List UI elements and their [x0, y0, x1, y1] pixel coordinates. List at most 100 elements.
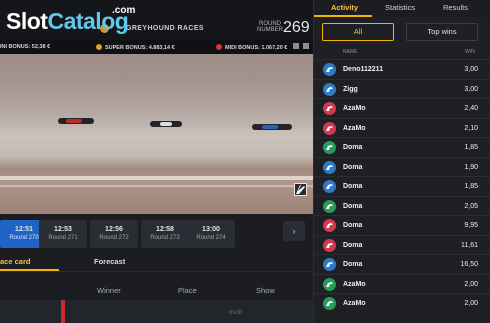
midi-bonus: MIDI BONUS: 1.067,20 € — [216, 44, 287, 51]
column-win: WIN — [465, 49, 475, 55]
super-bonus: SUPER BONUS: 4.883,14 € — [96, 44, 175, 51]
win-amount: 3,00 — [464, 66, 478, 73]
panel-tabs: Activity Statistics Results — [314, 0, 490, 17]
player-name: AzaMo — [343, 300, 366, 307]
win-amount: 2,05 — [464, 202, 478, 210]
greyhound-avatar-icon — [323, 297, 336, 310]
win-amount: 2,10 — [464, 124, 478, 132]
win-amount: 9,95 — [464, 222, 478, 229]
greyhound-avatar-icon — [323, 102, 336, 115]
player-name: Deno112211 — [343, 66, 384, 73]
round-label: Round 271 — [48, 235, 78, 241]
active-tab-underline — [314, 15, 372, 17]
tab-race-card[interactable]: ace card — [0, 257, 30, 266]
slotcatalog-watermark-com: .com — [112, 5, 136, 16]
greyhound-avatar-icon — [323, 258, 336, 271]
round-tab-274[interactable]: 13:00 Round 274 — [187, 220, 235, 248]
round-label: Round 272 — [99, 235, 129, 241]
greyhound-avatar-icon — [323, 277, 336, 291]
column-name: NAME — [343, 49, 358, 55]
greyhound-avatar-icon — [323, 82, 336, 96]
greyhound-avatar-icon — [323, 180, 336, 193]
game-area: GREYHOUND RACES ROUND NUMBER 269 SlotCata… — [0, 0, 313, 323]
column-place: Place — [178, 286, 197, 295]
win-amount: 2,40 — [464, 105, 478, 112]
win-amount: 1,85 — [464, 144, 478, 151]
round-time: 13:00 — [202, 226, 220, 233]
greyhound-3-coat — [262, 125, 278, 129]
next-rounds-chevron-icon[interactable]: › — [283, 221, 305, 241]
filter-all-button[interactable]: All — [322, 23, 394, 41]
activity-row: Doma 9,95 — [314, 215, 490, 235]
round-number-label: ROUND NUMBER — [257, 21, 284, 33]
greyhound-avatar-icon — [323, 238, 336, 252]
settings-icon[interactable] — [303, 43, 309, 49]
greyhound-avatar-icon — [323, 219, 336, 232]
midi-bonus-icon — [216, 44, 222, 50]
activity-row: Doma 16,50 — [314, 254, 490, 274]
round-time: 12:53 — [54, 226, 72, 233]
activity-row: Zigg 3,00 — [314, 78, 490, 99]
round-tab-272[interactable]: 12:56 Round 272 — [90, 220, 138, 248]
greyhound-avatar-icon — [323, 141, 336, 154]
tab-statistics[interactable]: Statistics — [385, 3, 415, 12]
player-name: Doma — [343, 144, 363, 151]
activity-panel: Activity Statistics Results All Top wins… — [313, 0, 490, 323]
win-amount: 3,00 — [464, 85, 478, 93]
player-name: Doma — [343, 163, 363, 171]
player-name: AzaMo — [343, 124, 366, 132]
race-video — [0, 54, 313, 214]
win-amount: 1,90 — [464, 163, 478, 171]
slotcatalog-watermark: SlotCatalog — [6, 8, 129, 34]
greyhound-2-coat — [160, 122, 172, 126]
tab-forecast[interactable]: Forecast — [94, 257, 125, 266]
activity-row: Doma 1,90 — [314, 156, 490, 177]
tabs-divider — [0, 271, 313, 272]
activity-row: AzaMo 2,10 — [314, 117, 490, 138]
win-amount: 1,85 — [464, 183, 478, 190]
activity-list: Deno112211 3,00 Zigg 3,00 AzaMo 2,40 AzaMo 2,10… — [314, 59, 490, 313]
player-name: AzaMo — [343, 105, 366, 112]
activity-row: Doma 1,85 — [314, 137, 490, 157]
win-amount: 2,00 — [464, 300, 478, 307]
fullscreen-icon[interactable] — [293, 43, 299, 49]
nsoft-logo: nsoft — [229, 310, 243, 316]
tab-activity[interactable]: Activity — [331, 3, 358, 12]
greyhound-avatar-icon — [323, 160, 336, 174]
runner-color-marker — [61, 300, 65, 323]
track-rail-lower — [0, 185, 313, 187]
bonus-controls — [289, 43, 309, 51]
win-amount: 16,50 — [460, 261, 478, 268]
game-title: GREYHOUND RACES — [126, 25, 204, 32]
player-name: Doma — [343, 222, 363, 229]
round-time: 12:58 — [156, 226, 174, 233]
activity-row: Doma 2,05 — [314, 195, 490, 216]
activity-row: Doma 11,61 — [314, 234, 490, 255]
tab-results[interactable]: Results — [443, 3, 468, 12]
player-name: Doma — [343, 202, 363, 210]
round-label: Round 273 — [150, 235, 180, 241]
activity-row: AzaMo 2,40 — [314, 98, 490, 118]
greyhound-avatar-icon — [323, 121, 336, 135]
round-time: 12:56 — [105, 226, 123, 233]
track-rail — [0, 176, 313, 180]
player-name: Doma — [343, 183, 363, 190]
super-bonus-icon — [96, 44, 102, 50]
player-name: Doma — [343, 261, 363, 268]
greyhound-avatar-icon — [323, 199, 336, 213]
race-card-row[interactable] — [0, 300, 313, 323]
mini-bonus: INI BONUS: 52,38 € — [0, 44, 51, 50]
activity-row: AzaMo 2,00 — [314, 273, 490, 294]
column-show: Show — [256, 286, 275, 295]
filter-top-wins-button[interactable]: Top wins — [406, 23, 478, 41]
round-tab-273[interactable]: 12:58 Round 273 — [141, 220, 189, 248]
player-name: AzaMo — [343, 280, 366, 288]
player-name: Doma — [343, 241, 363, 249]
round-selector: 12:51 Round 270 12:53 Round 271 12:56 Ro… — [0, 214, 313, 254]
win-amount: 11,61 — [461, 241, 478, 249]
activity-row: Doma 1,85 — [314, 176, 490, 196]
round-tab-271[interactable]: 12:53 Round 271 — [39, 220, 87, 248]
video-logo-icon — [294, 183, 307, 196]
activity-row: Deno112211 3,00 — [314, 59, 490, 79]
bonus-bar: INI BONUS: 52,38 € SUPER BONUS: 4.883,14… — [0, 40, 313, 54]
